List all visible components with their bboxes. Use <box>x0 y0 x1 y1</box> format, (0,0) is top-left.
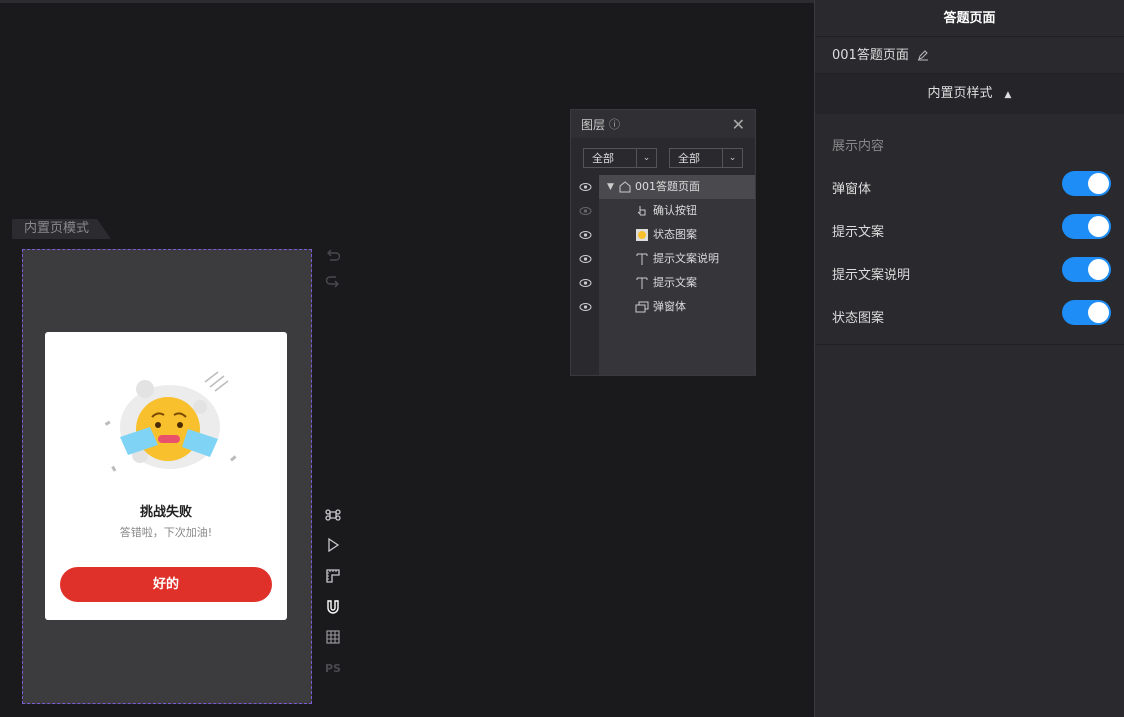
layer-filter-select-1[interactable]: 全部 ⌄ <box>583 148 657 168</box>
crying-face-illustration[interactable] <box>100 367 240 482</box>
layer-row-status-image[interactable]: 状态图案 <box>571 223 755 247</box>
click-icon <box>637 206 646 216</box>
layers-header: 图层 ⓘ ✕ <box>571 110 755 138</box>
eye-icon[interactable] <box>579 277 592 289</box>
ruler-button[interactable] <box>324 567 342 585</box>
toggle-row-tip-text: 提示文案 <box>832 209 1124 252</box>
ruler-icon <box>326 569 340 583</box>
close-icon[interactable]: ✕ <box>732 115 745 134</box>
artboard[interactable]: 挑战失败 答错啦，下次加油! 好的 <box>22 249 312 704</box>
popup-title[interactable]: 挑战失败 <box>45 501 287 520</box>
layers-panel[interactable]: 图层 ⓘ ✕ 全部 ⌄ 全部 ⌄ ▼ 001答题页面 确认按钮 状态图案 提示文… <box>570 109 756 376</box>
layer-row-page[interactable]: ▼ 001答题页面 <box>571 175 755 199</box>
eye-icon[interactable] <box>579 229 592 241</box>
layers-title: 图层 <box>581 117 606 132</box>
text-icon <box>636 277 648 289</box>
layer-row-tip-text[interactable]: 提示文案 <box>571 271 755 295</box>
subsection-label: 展示内容 <box>832 139 885 154</box>
redo-button[interactable] <box>324 272 342 290</box>
chevron-down-icon: ⌄ <box>722 149 742 167</box>
toggle-row-tip-description: 提示文案说明 <box>832 252 1124 295</box>
panel-title: 答题页面 <box>815 0 1124 37</box>
layer-row-tip-description[interactable]: 提示文案说明 <box>571 247 755 271</box>
top-divider <box>0 0 814 3</box>
redo-icon <box>325 276 339 288</box>
section-body: 展示内容 弹窗体 提示文案 提示文案说明 状态图案 <box>815 114 1124 345</box>
layer-filter-select-2[interactable]: 全部 ⌄ <box>669 148 743 168</box>
section-header[interactable]: 内置页样式 ▲ <box>815 74 1124 114</box>
popup-icon <box>635 301 649 313</box>
eye-icon[interactable] <box>579 253 592 265</box>
edit-icon[interactable] <box>917 49 929 61</box>
toggle-switch-status-image[interactable] <box>1062 300 1111 325</box>
preview-button[interactable] <box>324 536 342 554</box>
toggle-switch-popup[interactable] <box>1062 171 1111 196</box>
text-icon <box>636 253 648 265</box>
toggle-switch-tip-text[interactable] <box>1062 214 1111 239</box>
layer-filters: 全部 ⌄ 全部 ⌄ <box>571 138 755 176</box>
page-name-row: 001答题页面 <box>815 37 1124 74</box>
layer-row-popup[interactable]: 弹窗体 <box>571 295 755 319</box>
undo-button[interactable] <box>324 247 342 265</box>
eye-icon[interactable] <box>579 205 592 217</box>
shortcut-button[interactable] <box>324 506 342 524</box>
undo-icon <box>327 249 341 261</box>
mode-tag: 内置页模式 <box>12 219 112 239</box>
chevron-down-icon: ⌄ <box>636 149 656 167</box>
toggle-switch-tip-description[interactable] <box>1062 257 1111 282</box>
popup-description[interactable]: 答错啦，下次加油! <box>45 524 287 540</box>
caret-up-icon: ▲ <box>1004 90 1012 100</box>
expand-caret-icon[interactable]: ▼ <box>607 175 614 199</box>
page-name: 001答题页面 <box>832 47 909 63</box>
info-icon[interactable]: ⓘ <box>609 116 620 132</box>
popup-body[interactable]: 挑战失败 答错啦，下次加油! 好的 <box>45 332 287 620</box>
image-icon <box>636 229 648 241</box>
confirm-button[interactable]: 好的 <box>60 567 272 602</box>
command-icon <box>325 509 341 521</box>
play-icon <box>328 537 340 553</box>
grid-icon <box>326 630 340 644</box>
ps-label: PS <box>325 661 341 675</box>
toggle-row-popup: 弹窗体 <box>832 166 1124 209</box>
eye-icon[interactable] <box>579 301 592 313</box>
eye-icon[interactable] <box>579 181 592 193</box>
layer-row-confirm-button[interactable]: 确认按钮 <box>571 199 755 223</box>
grid-button[interactable] <box>324 628 342 646</box>
page-icon <box>619 181 631 193</box>
layer-list: ▼ 001答题页面 确认按钮 状态图案 提示文案说明 提示文案 弹窗体 <box>571 175 755 375</box>
properties-panel: 答题页面 001答题页面 内置页样式 ▲ 展示内容 弹窗体 提示文案 提示文案说明… <box>814 0 1124 717</box>
magnet-snap-button[interactable] <box>324 598 342 616</box>
magnet-icon <box>327 600 339 614</box>
ps-import-button[interactable]: PS <box>324 659 342 677</box>
toggle-row-status-image: 状态图案 <box>832 295 1124 338</box>
